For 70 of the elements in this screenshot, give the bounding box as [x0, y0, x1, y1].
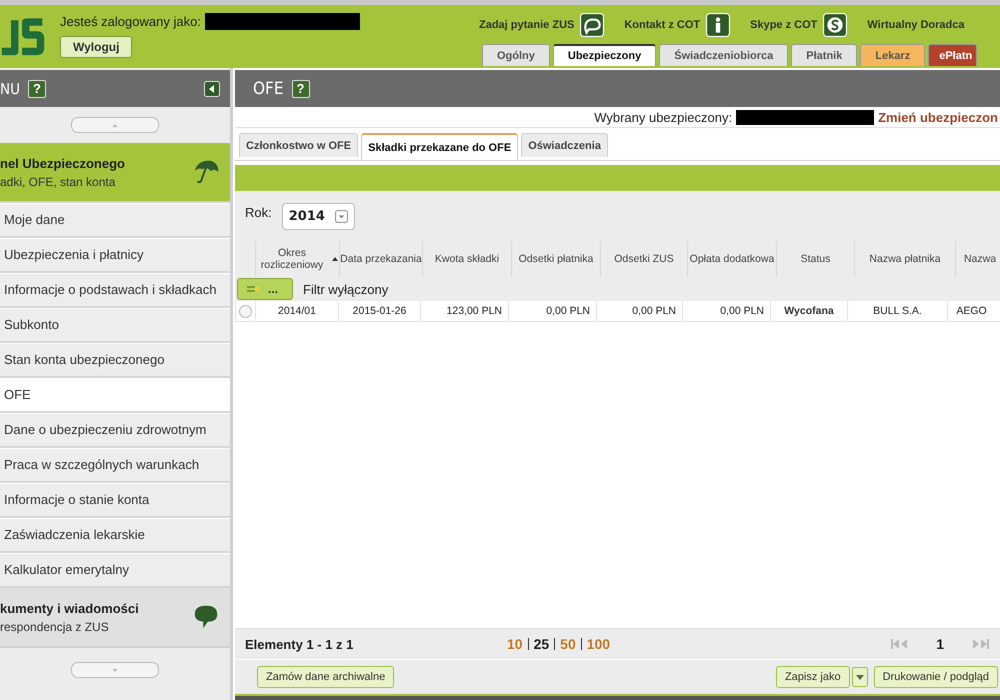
nav-tab[interactable]: Świadczeniobiorca — [659, 44, 788, 66]
sidebar-item[interactable]: Kalkulator emerytalny — [0, 553, 230, 588]
pager-summary: Elementy 1 - 1 z 1 — [245, 636, 354, 652]
sidebar-item[interactable]: Zaświadczenia lekarskie — [0, 518, 230, 553]
sidebar-item[interactable]: Praca w szczególnych warunkach — [0, 448, 230, 483]
section-title: nel Ubezpieczonego — [0, 156, 126, 170]
year-dropdown[interactable]: 2014 — [282, 202, 355, 230]
table-cell: 0,00 PLN — [596, 301, 682, 321]
skype-icon[interactable] — [823, 13, 848, 37]
header-link[interactable]: Kontakt z COT — [624, 19, 700, 31]
filter-button[interactable]: ... — [237, 278, 293, 300]
table-cell: 0,00 PLN — [682, 301, 770, 321]
sub-tab[interactable]: Członkostwo w OFE — [239, 133, 358, 157]
sidebar-item[interactable]: Subkonto — [0, 308, 230, 343]
table-cell: AEGO — [947, 301, 995, 321]
section-panel[interactable]: nel Ubezpieczonego adki, OFE, stan konta — [0, 143, 230, 203]
table-cell: BULL S.A. — [847, 301, 947, 321]
sidebar-item[interactable]: Ubezpieczenia i płatnicy — [0, 238, 230, 273]
header-link[interactable]: Wirtualny Doradca — [867, 19, 964, 31]
logged-in-label: Jesteś zalogowany jako: — [60, 14, 201, 29]
page-number: 1 — [936, 636, 944, 652]
table-cell: 0,00 PLN — [508, 301, 596, 321]
up-arrow-icon — [111, 122, 119, 128]
filter-icon — [246, 284, 260, 294]
nav-tab[interactable]: ePłatn — [928, 44, 978, 66]
selected-insured-label: Wybrany ubezpieczony: — [594, 110, 732, 124]
speech-bubble-icon — [192, 603, 220, 631]
nav-tab[interactable]: Płatnik — [791, 44, 858, 66]
down-arrow-icon — [111, 668, 119, 672]
sidebar-item[interactable]: Stan konta ubezpieczonego — [0, 343, 230, 378]
save-as-button[interactable]: Zapisz jako — [776, 666, 850, 688]
section-title: kumenty i wiadomości — [0, 600, 140, 616]
section-panel[interactable]: kumenty i wiadomości respondencja z ZUS — [0, 588, 230, 648]
header-link[interactable]: Skype z COT — [750, 19, 818, 31]
year-label: Rok: — [245, 204, 272, 220]
chat-icon[interactable] — [580, 13, 604, 37]
row-radio[interactable] — [239, 304, 252, 318]
sidebar-item[interactable]: Informacje o stanie konta — [0, 483, 230, 518]
help-icon[interactable]: ? — [292, 80, 310, 98]
collapse-icon[interactable] — [204, 80, 220, 96]
umbrella-icon — [192, 158, 220, 186]
table-cell: 123,00 PLN — [420, 301, 508, 321]
header-link[interactable]: Zadaj pytanie ZUS — [479, 19, 574, 31]
table-cell: 2015-01-26 — [338, 301, 420, 321]
dropdown-icon — [334, 210, 348, 222]
sub-tab[interactable]: Składki przekazane do OFE — [361, 133, 518, 160]
archive-data-button[interactable]: Zamów dane archiwalne — [257, 666, 394, 688]
sidebar-item[interactable]: OFE — [0, 378, 230, 413]
help-icon[interactable]: ? — [28, 80, 46, 98]
sidebar-item[interactable]: Informacje o podstawach i składkach — [0, 273, 230, 308]
nav-tab[interactable]: Ogólny — [482, 44, 550, 66]
filter-status: Filtr wyłączony — [303, 282, 388, 296]
table-cell: Wycofana — [770, 301, 847, 321]
nav-tab[interactable]: Ubezpieczony — [552, 44, 656, 66]
change-insured-link[interactable]: Zmień ubezpieczon — [878, 110, 998, 124]
print-preview-button[interactable]: Drukowanie / podgląd — [874, 666, 998, 688]
info-icon[interactable] — [706, 13, 730, 37]
page-size-link[interactable]: 25 — [534, 636, 550, 652]
nav-tab[interactable]: Lekarz — [860, 44, 926, 66]
section-subtitle: respondencja z ZUS — [0, 620, 110, 634]
sort-ascending-icon — [332, 257, 338, 261]
table-cell: 2014/01 — [255, 301, 338, 321]
sidebar-title: NU — [0, 80, 20, 98]
sub-tab[interactable]: Oświadczenia — [521, 133, 608, 157]
sidebar-item[interactable]: Dane o ubezpieczeniu zdrowotnym — [0, 413, 230, 448]
sidebar-item[interactable]: Moje dane — [0, 203, 230, 238]
page-title: OFE — [253, 78, 284, 98]
section-subtitle: adki, OFE, stan konta — [0, 174, 116, 188]
dropdown-icon[interactable] — [852, 666, 868, 688]
logout-button[interactable]: Wyloguj — [60, 36, 132, 58]
